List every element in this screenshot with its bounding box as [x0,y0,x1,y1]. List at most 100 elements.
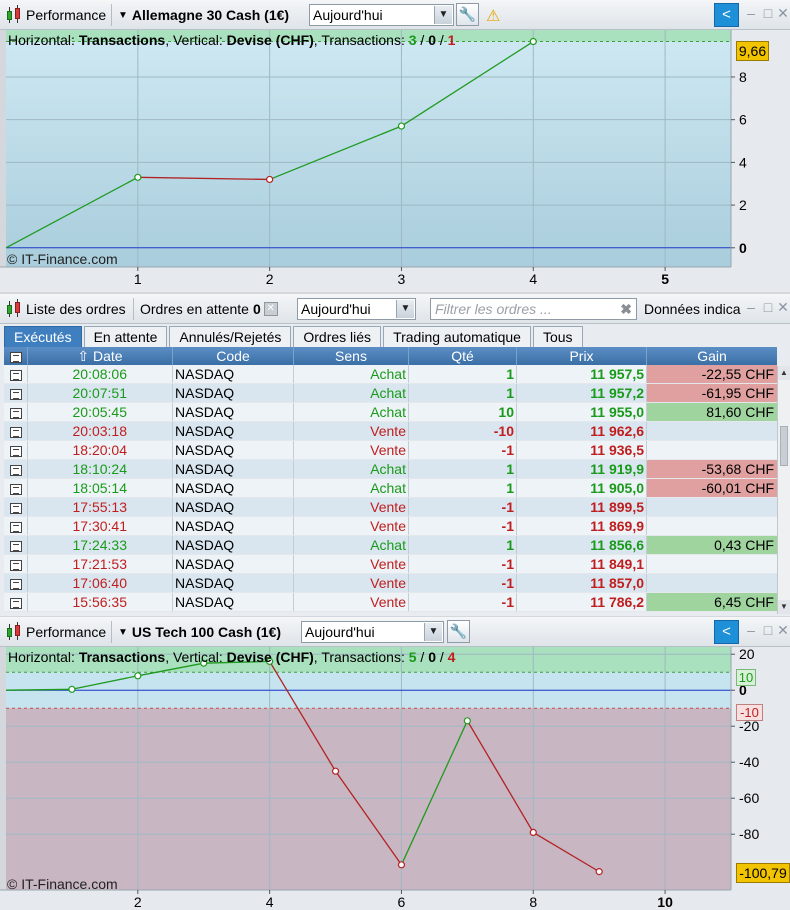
header-prefix: Horizontal: [8,32,79,48]
tab-en-attente[interactable]: En attente [83,326,168,347]
order-details-icon[interactable] [4,441,28,459]
column-sens[interactable]: Sens [294,347,409,365]
tab-annules-rejetes[interactable]: Annulés/Rejetés [169,326,292,347]
maximize-icon[interactable]: □ [761,623,775,637]
table-row[interactable]: 17:21:53 NASDAQ Vente -1 11 849,1 [4,555,777,574]
order-details-icon[interactable] [4,422,28,440]
period-dropdown[interactable]: Aujourd'hui ▼ [309,4,454,26]
x-tick-label: 4 [266,894,274,910]
wrench-icon[interactable]: 🔧 [447,620,470,643]
maximize-icon[interactable]: □ [761,6,775,20]
data-point [331,767,340,775]
table-row[interactable]: 17:24:33 NASDAQ Achat 1 11 856,6 0,43 CHF [4,536,777,555]
cell-qte: 1 [409,365,517,383]
cell-date: 20:05:45 [28,403,173,421]
pending-orders[interactable]: Ordres en attente 0 ✕ [140,298,278,320]
order-details-icon[interactable] [4,536,28,554]
table-row[interactable]: 20:05:45 NASDAQ Achat 10 11 955,0 81,60 CHF [4,403,777,422]
minimize-icon[interactable]: – [744,623,758,637]
scroll-down-icon[interactable]: ▼ [778,600,790,614]
cell-prix: 11 786,2 [517,593,647,611]
chevron-down-icon[interactable]: ▼ [396,300,414,318]
maximize-icon[interactable]: □ [761,300,775,314]
share-icon[interactable]: < [714,620,739,644]
tab-executes[interactable]: Exécutés [4,326,82,347]
minimize-icon[interactable]: – [744,300,758,314]
order-details-icon[interactable] [4,479,28,497]
table-body: 20:08:06 NASDAQ Achat 1 11 957,5 -22,55 CHF 20… [4,365,777,612]
table-row[interactable]: 20:07:51 NASDAQ Achat 1 11 957,2 -61,95 CHF [4,384,777,403]
cancel-all-icon[interactable]: ✕ [263,302,278,316]
instrument-selector[interactable]: ▼ US Tech 100 Cash (1€) [118,621,281,643]
chevron-down-icon: ▼ [118,9,128,21]
tab-trading-automatique[interactable]: Trading automatique [383,326,531,347]
instrument-selector[interactable]: ▼ Allemagne 30 Cash (1€) [118,4,289,26]
close-icon[interactable]: ✕ [776,623,790,637]
table-row[interactable]: 18:05:14 NASDAQ Achat 1 11 905,0 -60,01 CHF [4,479,777,498]
table-row[interactable]: 17:55:13 NASDAQ Vente -1 11 899,5 [4,498,777,517]
table-row[interactable]: 18:10:24 NASDAQ Achat 1 11 919,9 -53,68 CHF [4,460,777,479]
order-details-icon[interactable] [4,403,28,421]
order-details-icon[interactable] [4,517,28,535]
orders-title[interactable]: Liste des ordres [26,298,126,320]
close-icon[interactable]: ✕ [776,300,790,314]
table-row[interactable]: 20:08:06 NASDAQ Achat 1 11 957,5 -22,55 CHF [4,365,777,384]
indicative-data-label[interactable]: Données indica [644,298,741,320]
column-prix[interactable]: Prix [517,347,647,365]
orders-table: ⇧ Date Code Sens Qté Prix Gain 20:08:06 N… [4,347,777,612]
upper-band-label: 10 [736,669,756,686]
filter-orders-input[interactable]: Filtrer les ordres ... ✖ [430,298,637,320]
wrench-icon[interactable]: 🔧 [456,3,479,26]
watermark: © IT-Finance.com [7,251,118,267]
scroll-up-icon[interactable]: ▲ [778,366,790,380]
order-details-icon[interactable] [4,460,28,478]
x-axis-area [0,267,790,292]
cell-sens: Vente [294,555,409,573]
order-details-icon[interactable] [4,498,28,516]
share-icon[interactable]: < [714,3,739,27]
scroll-thumb[interactable] [780,426,788,466]
bottom-chart-header: Horizontal: Transactions, Vertical: Devi… [8,649,455,665]
order-details-icon[interactable] [4,593,28,611]
watermark: © IT-Finance.com [7,876,118,892]
column-date[interactable]: ⇧ Date [28,347,173,365]
warning-icon[interactable]: ⚠ [486,6,500,26]
minimize-icon[interactable]: – [744,6,758,20]
close-icon[interactable]: ✕ [776,6,790,20]
cell-prix: 11 936,5 [517,441,647,459]
tab-ordres-lies[interactable]: Ordres liés [293,326,382,347]
table-scrollbar[interactable]: ▲ ▼ [777,366,790,614]
orders-period-dropdown[interactable]: Aujourd'hui ▼ [297,298,416,320]
tx-sep: / [436,649,448,665]
order-details-icon[interactable] [4,365,28,383]
column-qte[interactable]: Qté [409,347,517,365]
instrument-name: US Tech 100 Cash (1€) [131,624,282,640]
tx-sep: / [436,32,448,48]
table-row[interactable]: 18:20:04 NASDAQ Vente -1 11 936,5 [4,441,777,460]
order-details-icon[interactable] [4,574,28,592]
clear-icon[interactable]: ✖ [620,299,632,319]
column-code[interactable]: Code [173,347,294,365]
cell-prix: 11 849,1 [517,555,647,573]
cell-code: NASDAQ [173,498,294,516]
panel-title[interactable]: Performance [26,621,106,643]
table-row[interactable]: 17:06:40 NASDAQ Vente -1 11 857,0 [4,574,777,593]
chevron-down-icon[interactable]: ▼ [434,6,452,24]
cell-prix: 11 957,2 [517,384,647,402]
table-row[interactable]: 20:03:18 NASDAQ Vente -10 11 962,6 [4,422,777,441]
order-details-icon[interactable] [4,555,28,573]
order-details-icon[interactable] [4,384,28,402]
cell-prix: 11 869,9 [517,517,647,535]
cell-sens: Vente [294,441,409,459]
chevron-down-icon: ▼ [118,626,128,638]
table-row[interactable]: 17:30:41 NASDAQ Vente -1 11 869,9 [4,517,777,536]
y-tick-label: -40 [739,754,759,770]
panel-title[interactable]: Performance [26,4,106,26]
period-dropdown[interactable]: Aujourd'hui ▼ [301,621,444,643]
tab-tous[interactable]: Tous [532,326,583,347]
export-icon[interactable] [4,347,28,365]
table-row[interactable]: 15:56:35 NASDAQ Vente -1 11 786,2 6,45 CHF [4,593,777,612]
orders-toolbar: Liste des ordres Ordres en attente 0 ✕ A… [0,294,790,324]
chevron-down-icon[interactable]: ▼ [424,623,442,641]
column-gain[interactable]: Gain [647,347,777,365]
